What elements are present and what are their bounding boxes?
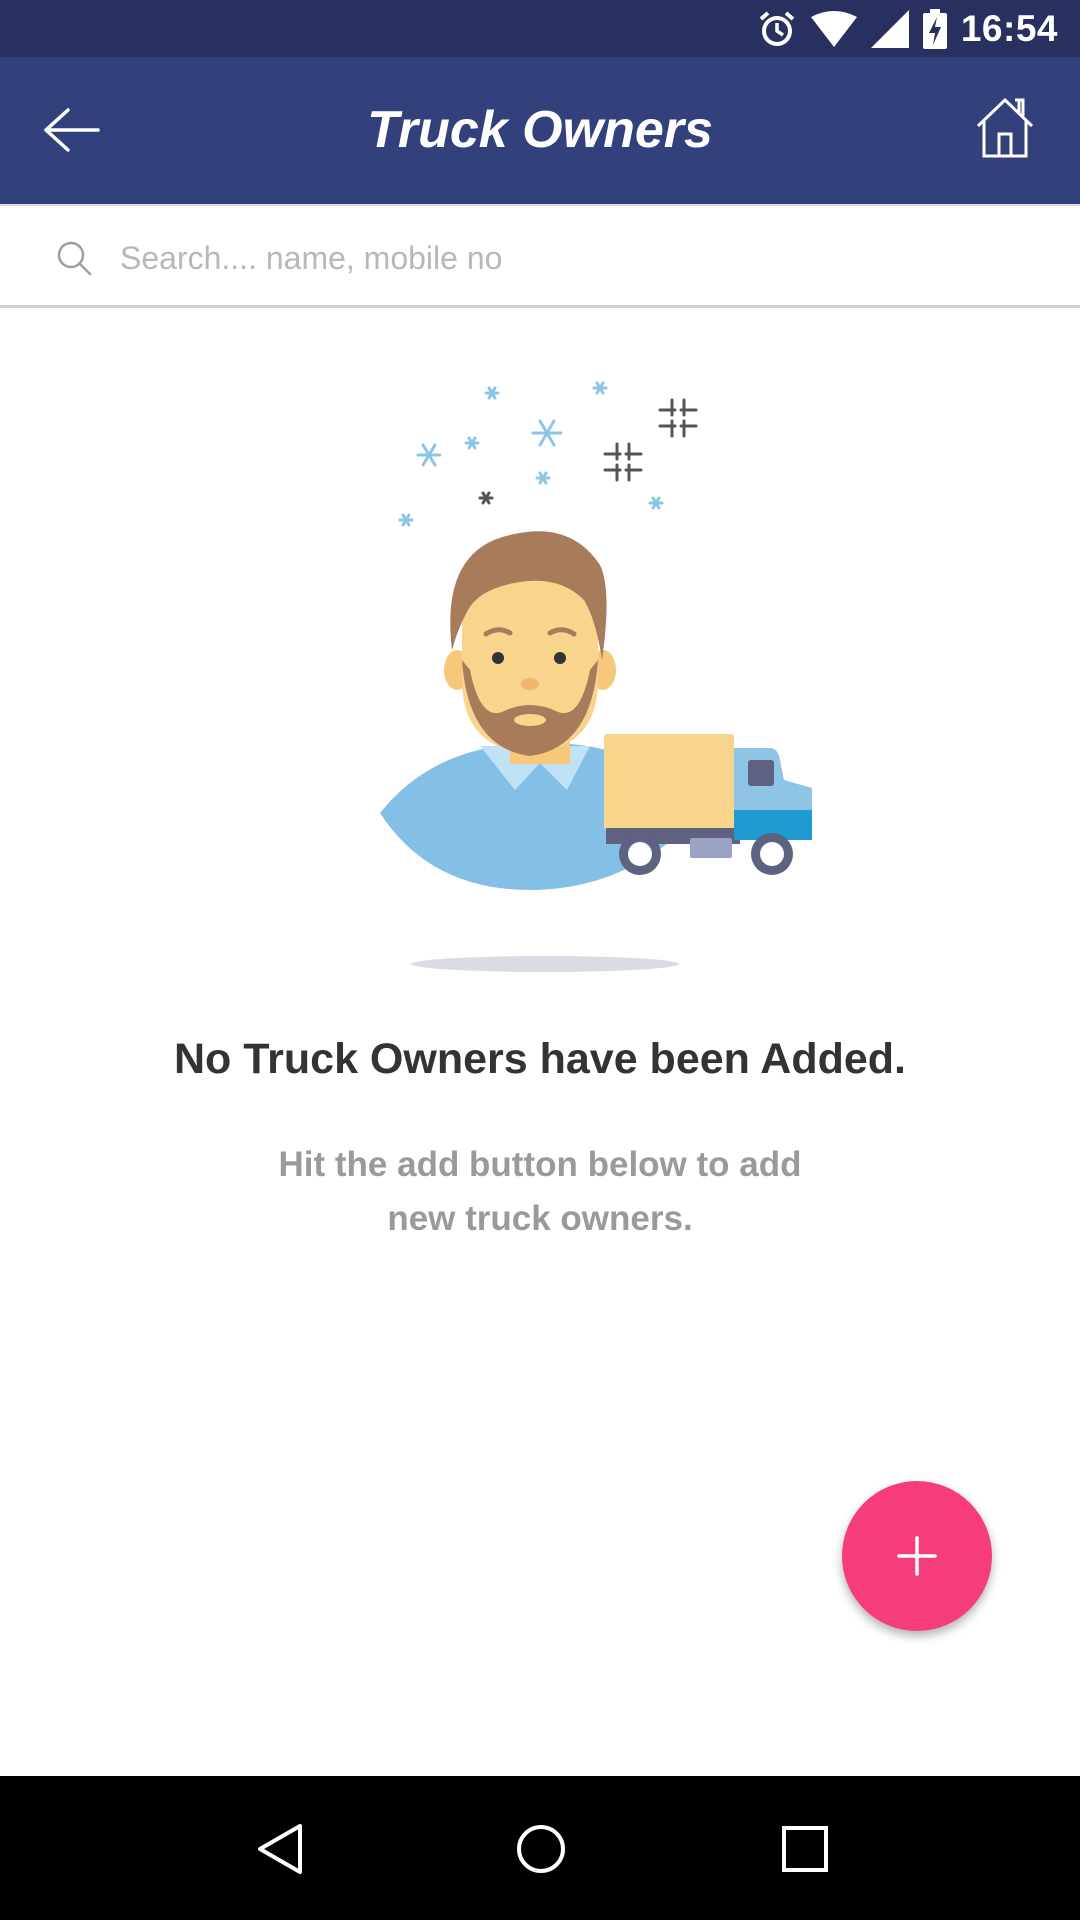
status-time: 16:54 — [960, 8, 1058, 49]
empty-state-subtitle-line1: Hit the add button below to add — [278, 1145, 802, 1184]
empty-state-title: No Truck Owners have been Added. — [174, 1035, 906, 1083]
search-bar — [0, 204, 1080, 308]
nav-back-icon[interactable] — [254, 1823, 306, 1875]
empty-state-subtitle: Hit the add button below to add new truc… — [260, 1138, 820, 1246]
status-icons: 16:54 — [757, 8, 1058, 50]
battery-charging-icon — [922, 9, 947, 49]
empty-state-subtitle-line2: new truck owners. — [387, 1199, 693, 1238]
system-nav-bar — [0, 1776, 1080, 1920]
home-icon[interactable] — [974, 94, 1036, 160]
alarm-icon — [759, 11, 795, 46]
page-title: Truck Owners — [367, 101, 713, 159]
search-input[interactable] — [120, 228, 1020, 288]
illustration-shadow — [411, 956, 679, 972]
nav-recents-icon[interactable] — [779, 1823, 831, 1875]
status-bar: 16:54 — [0, 0, 1080, 57]
plus-icon — [897, 1536, 937, 1576]
nav-home-icon[interactable] — [515, 1823, 567, 1875]
add-truck-owner-button[interactable] — [842, 1481, 992, 1631]
app-bar: Truck Owners — [0, 57, 1080, 204]
search-icon — [57, 241, 92, 276]
wifi-icon — [810, 11, 857, 47]
empty-state-illustration — [380, 381, 812, 972]
sparkle-decoration — [398, 381, 664, 527]
truck-illustration — [604, 734, 812, 875]
signal-icon — [870, 10, 909, 48]
